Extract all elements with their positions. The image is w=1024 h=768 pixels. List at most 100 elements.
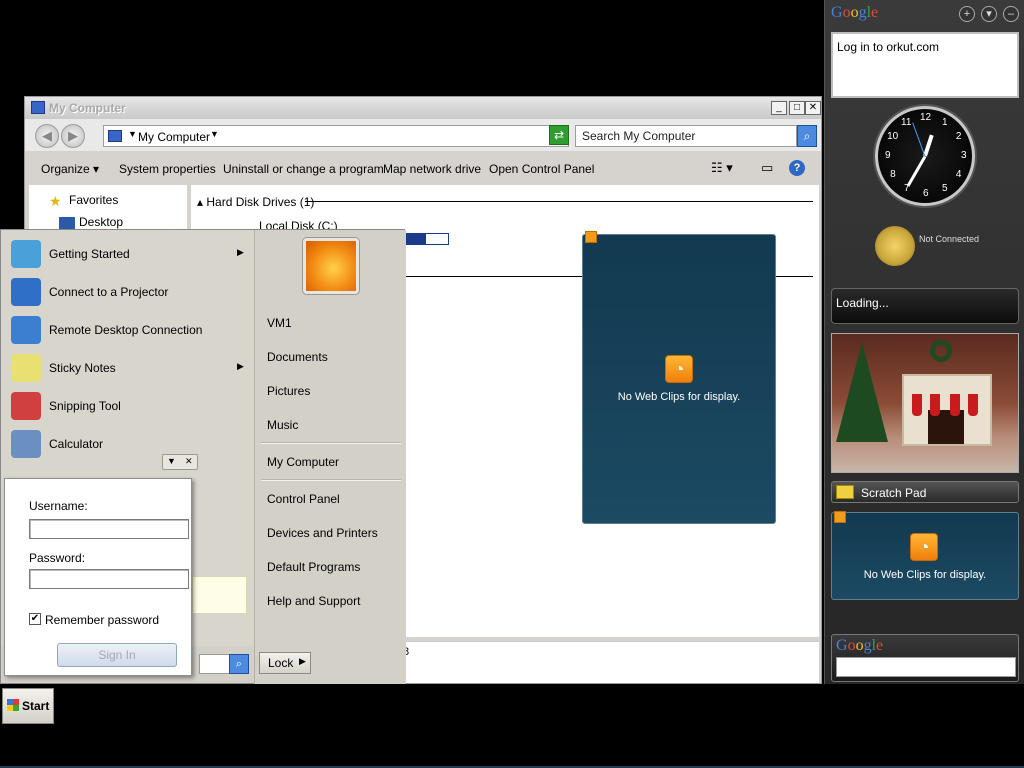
scratch-pad-gadget[interactable]: Scratch Pad — [831, 481, 1019, 503]
scissors-icon — [11, 392, 41, 420]
clock-number: 4 — [955, 169, 962, 180]
computer-icon — [108, 130, 122, 142]
clock-number: 7 — [904, 182, 910, 194]
nav-favorites[interactable]: Favorites — [69, 193, 118, 207]
google-gadget-sidebar: Google + ▾ – Log in to orkut.com 12 1 2 3 4 5… — [824, 0, 1024, 684]
start-my-computer[interactable]: My Computer — [267, 455, 339, 469]
address-row: ◀ ▶ ▼ My Computer ▼ ▼ ⇄ Search My Comput… — [25, 119, 821, 151]
computer-icon — [31, 101, 45, 114]
start-label: Start — [22, 699, 50, 713]
note-icon — [836, 485, 854, 499]
stocking-image — [968, 394, 978, 416]
remote-desktop-icon — [11, 316, 41, 344]
window-title: My Computer — [49, 101, 126, 115]
rss-feed-icon: ◔ — [665, 355, 693, 383]
forward-button[interactable]: ▶ — [61, 124, 85, 148]
search-icon[interactable]: ⌕ — [797, 125, 817, 147]
clock-number: 1 — [942, 117, 948, 129]
lock-options-arrow-icon[interactable]: ▶ — [299, 656, 306, 667]
second-hand — [912, 122, 926, 157]
start-help-support[interactable]: Help and Support — [267, 594, 360, 608]
start-program-item[interactable]: Remote Desktop Connection — [1, 312, 254, 348]
start-button[interactable]: Start — [2, 688, 54, 724]
minimize-button[interactable]: _ — [771, 101, 787, 115]
start-user-name[interactable]: VM1 — [267, 316, 292, 330]
window-titlebar[interactable]: My Computer _ □ ✕ — [25, 97, 821, 119]
clock-number: 2 — [955, 131, 962, 142]
google-logo: Google — [836, 637, 884, 654]
rss-feed-icon: ◔ — [910, 533, 938, 561]
stocking-image — [912, 394, 922, 416]
start-program-item[interactable]: Connect to a Projector — [1, 274, 254, 310]
start-default-programs[interactable]: Default Programs — [267, 560, 360, 574]
user-avatar[interactable] — [303, 238, 359, 294]
web-clips-message: No Web Clips for display. — [863, 569, 987, 581]
web-clips-message: No Web Clips for display. — [617, 391, 741, 403]
uninstall-program-button[interactable]: Uninstall or change a program — [223, 162, 384, 176]
projector-icon — [11, 278, 41, 306]
breadcrumb[interactable]: My Computer — [138, 130, 210, 144]
start-control-panel[interactable]: Control Panel — [267, 492, 340, 506]
taskbar: Start — [0, 684, 1024, 768]
start-devices-printers[interactable]: Devices and Printers — [267, 526, 378, 540]
breadcrumb-arrow-icon[interactable]: ▼ — [128, 129, 137, 139]
stocking-image — [930, 394, 940, 416]
refresh-icon[interactable]: ⇄ — [549, 125, 569, 145]
start-program-item[interactable]: Calculator — [1, 426, 254, 462]
minimize-icon[interactable]: – — [1003, 6, 1019, 22]
search-input[interactable]: Search My Computer — [575, 125, 797, 147]
system-properties-button[interactable]: System properties — [119, 162, 216, 176]
maximize-button[interactable]: □ — [789, 101, 805, 115]
start-pictures[interactable]: Pictures — [267, 384, 310, 398]
organize-menu[interactable]: Organize ▾ — [41, 162, 99, 176]
rss-icon — [585, 231, 597, 243]
loading-gadget: Loading... — [831, 288, 1019, 324]
weather-status: Not Connected — [919, 234, 980, 244]
star-icon: ★ — [49, 193, 62, 209]
search-icon[interactable]: ⌕ — [229, 654, 249, 674]
clock-number: 3 — [961, 150, 967, 161]
address-bar[interactable]: ▼ My Computer ▼ ▼ — [103, 125, 569, 147]
menu-dropdown-icon[interactable]: ▾ — [981, 6, 997, 22]
remember-password-label[interactable]: Remember password — [45, 613, 159, 627]
start-program-label: Calculator — [49, 437, 104, 451]
close-icon[interactable]: ✕ — [185, 456, 193, 467]
start-music[interactable]: Music — [267, 418, 298, 432]
map-network-drive-button[interactable]: Map network drive — [383, 162, 481, 176]
sticky-notes-icon — [11, 354, 41, 382]
start-search-input[interactable] — [199, 654, 231, 674]
preview-pane-icon[interactable]: ▭ — [761, 160, 773, 176]
start-program-item[interactable]: Getting Started ▶ — [1, 236, 254, 272]
back-button[interactable]: ◀ — [35, 124, 59, 148]
chevron-down-icon[interactable]: ▼ — [167, 456, 176, 466]
google-search-input[interactable] — [836, 657, 1016, 677]
calculator-icon — [11, 430, 41, 458]
start-places-list: VM1 Documents Pictures Music My Computer… — [254, 230, 406, 685]
start-documents[interactable]: Documents — [267, 350, 328, 364]
nav-desktop[interactable]: Desktop — [79, 215, 123, 229]
password-field[interactable] — [29, 569, 189, 589]
sign-in-button[interactable]: Sign In — [57, 643, 177, 667]
username-label: Username: — [29, 499, 88, 513]
popup-controls: ▼ ✕ — [162, 454, 198, 470]
start-program-item[interactable]: Sticky Notes ▶ — [1, 350, 254, 386]
view-options-icon[interactable]: ☷ ▾ — [711, 160, 733, 176]
close-button[interactable]: ✕ — [805, 101, 821, 115]
photo-gadget[interactable] — [831, 333, 1019, 473]
start-program-item[interactable]: Snipping Tool — [1, 388, 254, 424]
windows-logo-icon — [7, 699, 19, 711]
username-field[interactable] — [29, 519, 189, 539]
group-header[interactable]: ▴ Hard Disk Drives (1) — [197, 195, 314, 209]
clock-number: 6 — [923, 188, 929, 199]
orkut-login-gadget[interactable]: Log in to orkut.com — [831, 32, 1019, 98]
add-gadget-icon[interactable]: + — [959, 6, 975, 22]
getting-started-icon — [11, 240, 41, 268]
open-control-panel-button[interactable]: Open Control Panel — [489, 162, 594, 176]
web-clips-gadget[interactable]: ◔ No Web Clips for display. — [582, 231, 776, 524]
remember-password-checkbox[interactable]: ✔ — [29, 613, 41, 625]
clock-number: 11 — [901, 117, 912, 129]
help-icon[interactable]: ? — [789, 160, 805, 176]
breadcrumb-arrow-icon[interactable]: ▼ — [210, 129, 219, 139]
rss-icon — [834, 511, 846, 523]
web-clips-gadget-small[interactable]: ◔ No Web Clips for display. — [831, 511, 1019, 600]
